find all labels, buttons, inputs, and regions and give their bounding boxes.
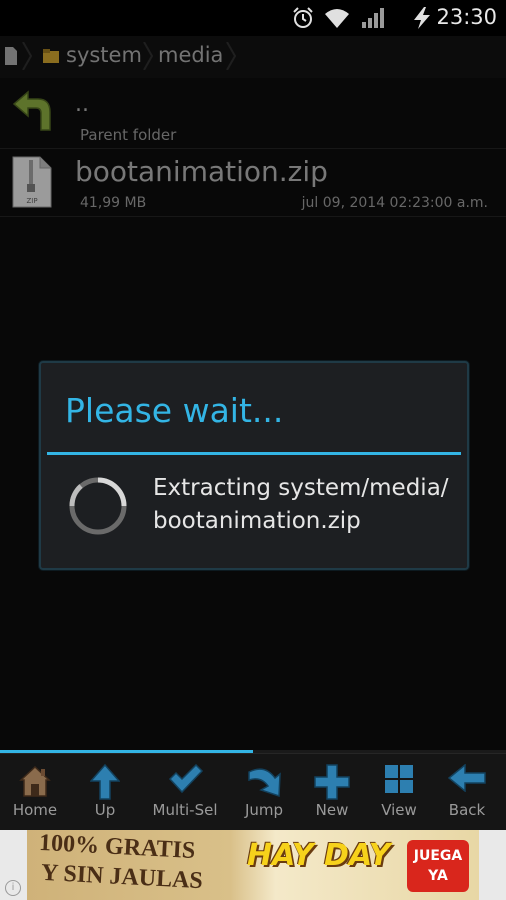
dialog-message: Extracting system/media/ bootanimation.z… bbox=[153, 472, 458, 538]
toolbar-label-view: View bbox=[381, 801, 417, 819]
toolbar-button-new[interactable]: New bbox=[297, 754, 367, 831]
dialog-divider bbox=[47, 452, 461, 455]
grid-view-icon bbox=[385, 765, 413, 793]
ad-info-icon[interactable]: i bbox=[5, 880, 21, 896]
toolbar-label-new: New bbox=[315, 801, 349, 819]
toolbar-button-back[interactable]: Back bbox=[432, 754, 502, 831]
toolbar-button-home[interactable]: Home bbox=[0, 754, 70, 831]
toolbar-button-multi-sel[interactable]: Multi-Sel bbox=[148, 754, 222, 831]
plus-icon bbox=[314, 764, 350, 800]
jump-arrow-icon bbox=[248, 768, 281, 798]
toolbar-label-home: Home bbox=[12, 801, 58, 819]
battery-charging-icon bbox=[414, 7, 430, 29]
ad-image[interactable]: 100% GRATIS Y SIN JAULAS HAY DAY JUEGA Y… bbox=[27, 830, 479, 900]
signal-icon bbox=[362, 8, 384, 28]
arrow-left-icon bbox=[448, 764, 486, 792]
dialog-message-line1: Extracting system/media/ bbox=[153, 475, 449, 501]
toolbar-button-view[interactable]: View bbox=[364, 754, 434, 831]
alarm-icon bbox=[293, 7, 313, 28]
toolbar-label-back: Back bbox=[448, 801, 486, 819]
progress-dialog: Please wait... Extracting system/media/ … bbox=[39, 361, 469, 570]
checkmark-icon bbox=[168, 764, 204, 794]
ad-logo: HAY DAY bbox=[247, 838, 391, 873]
toolbar-label-jump: Jump bbox=[244, 801, 284, 819]
wifi-icon bbox=[325, 9, 349, 28]
home-icon bbox=[19, 765, 51, 797]
spinner-icon bbox=[69, 477, 127, 535]
bottom-toolbar: Home Up Multi-Sel Jump New View Back bbox=[0, 753, 506, 831]
dialog-message-line2: bootanimation.zip bbox=[153, 508, 361, 534]
toolbar-button-up[interactable]: Up bbox=[70, 754, 140, 831]
toolbar-label-multi-sel: Multi-Sel bbox=[152, 801, 218, 819]
status-bar: 23:30 bbox=[0, 0, 506, 36]
ad-headline-1: 100% GRATIS bbox=[38, 830, 196, 865]
ad-cta-button[interactable]: JUEGA YA bbox=[407, 840, 469, 892]
toolbar-label-up: Up bbox=[94, 801, 116, 819]
ad-headline-2: Y SIN JAULAS bbox=[40, 859, 204, 895]
toolbar-button-jump[interactable]: Jump bbox=[229, 754, 299, 831]
ad-banner[interactable]: i 100% GRATIS Y SIN JAULAS HAY DAY JUEGA… bbox=[0, 830, 506, 900]
arrow-up-icon bbox=[90, 764, 120, 800]
dialog-title: Please wait... bbox=[65, 391, 284, 430]
clock: 23:30 bbox=[436, 5, 497, 29]
